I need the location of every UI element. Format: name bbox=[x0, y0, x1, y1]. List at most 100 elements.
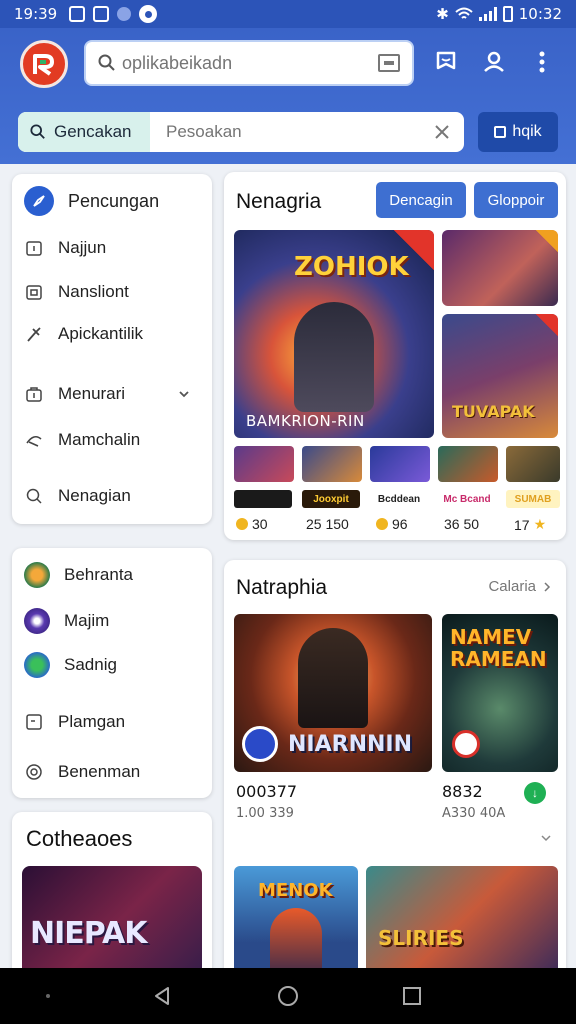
game-thumbnail[interactable] bbox=[438, 446, 498, 482]
search-icon bbox=[98, 54, 115, 71]
category-item[interactable]: Plamgan bbox=[24, 712, 204, 732]
sidebar-item-nansliont[interactable]: Nansliont bbox=[24, 282, 204, 302]
home-icon[interactable] bbox=[276, 984, 300, 1008]
stat-item: 30 bbox=[236, 516, 268, 532]
notification-icons bbox=[69, 5, 158, 23]
header-action-label: hqik bbox=[512, 123, 542, 140]
thumb-label bbox=[234, 490, 292, 508]
stat-item: 17 ★ bbox=[514, 516, 546, 533]
filter-input[interactable] bbox=[150, 122, 432, 142]
dot-indicator bbox=[46, 994, 50, 998]
see-all-link[interactable]: Calaria bbox=[488, 578, 552, 595]
game-stat-sub: A330 40A bbox=[442, 806, 506, 821]
back-icon[interactable] bbox=[150, 984, 174, 1008]
section-button-secondary[interactable]: Gloppoir bbox=[474, 182, 558, 218]
photo-notification-icon bbox=[69, 6, 86, 22]
search-input[interactable] bbox=[122, 52, 378, 74]
coin-icon bbox=[376, 518, 388, 530]
game-title: MENOK bbox=[258, 880, 333, 901]
chevron-down-icon[interactable] bbox=[178, 388, 190, 400]
bluetooth-icon: ✱ bbox=[436, 5, 449, 23]
chevron-right-icon bbox=[544, 581, 551, 592]
voice-keyboard-icon[interactable] bbox=[378, 54, 400, 72]
stat-item: 96 bbox=[376, 516, 408, 532]
second-games-card: Natraphia Calaria NIARNNIN NAMEV RAMEAN … bbox=[224, 560, 566, 1024]
game-thumbnail[interactable] bbox=[506, 446, 560, 482]
filter-tab[interactable]: Gencakan bbox=[18, 112, 150, 152]
categories-card: Behranta Majim Sadnig Plamgan Benenman bbox=[12, 548, 212, 798]
recents-icon[interactable] bbox=[400, 984, 424, 1008]
sidebar-item-pencungan[interactable]: Pencungan bbox=[24, 186, 204, 216]
chevron-down-icon[interactable] bbox=[540, 832, 552, 844]
app-logo-icon[interactable] bbox=[20, 40, 68, 88]
hero-game-banner[interactable]: ZOHIOK BAMKRION-RIN bbox=[234, 230, 434, 438]
settings-circle-icon bbox=[24, 762, 44, 782]
compass-icon bbox=[24, 186, 54, 216]
clear-icon[interactable] bbox=[432, 122, 452, 142]
thumbnail-stats: 30 25 150 96 36 50 17 ★ bbox=[234, 516, 560, 536]
stat-value: 30 bbox=[252, 516, 268, 532]
stat-value: 17 bbox=[514, 516, 530, 533]
category-item[interactable]: Sadnig bbox=[24, 652, 204, 678]
game-thumbnail[interactable] bbox=[302, 446, 362, 482]
filter-bar[interactable]: Gencakan bbox=[18, 112, 464, 152]
header-action-button[interactable]: hqik bbox=[478, 112, 558, 152]
wifi-icon bbox=[455, 7, 473, 19]
category-item[interactable]: Benenman bbox=[24, 762, 204, 782]
sidebar-item-nenagian[interactable]: Nenagian bbox=[24, 486, 204, 506]
category-item[interactable]: Behranta bbox=[24, 562, 204, 588]
game-stat: 000377 bbox=[236, 782, 298, 801]
search-icon bbox=[30, 124, 45, 139]
download-icon[interactable]: ↓ bbox=[524, 782, 546, 804]
sidebar-item-label: Nansliont bbox=[58, 282, 129, 301]
sidebar-item-menurari[interactable]: Menurari bbox=[24, 384, 204, 404]
stat-value: 25 150 bbox=[306, 516, 349, 532]
hero-subtitle: BAMKRION-RIN bbox=[246, 412, 365, 430]
search-bar[interactable] bbox=[84, 40, 414, 86]
category-item[interactable]: Majim bbox=[24, 608, 204, 634]
game-card-image[interactable]: SLIRIES bbox=[366, 866, 558, 976]
sidebar-item-label: Najjun bbox=[58, 238, 107, 257]
sidebar-item-mamchalin[interactable]: Mamchalin bbox=[24, 430, 204, 450]
bookmark-chat-icon[interactable] bbox=[432, 48, 460, 76]
game-card-image[interactable]: NIARNNIN bbox=[234, 614, 432, 772]
status-bar: 19:39 ✱ 10:32 bbox=[0, 0, 576, 28]
thumb-label: Jooxpit bbox=[302, 490, 360, 508]
thumbnail-labels: Jooxpit Bcddean Mc Bcand SUMAB bbox=[234, 490, 560, 510]
side-game-image[interactable] bbox=[442, 230, 558, 306]
top-games-card: Nenagria Dencagin Gloppoir ZOHIOK BAMKRI… bbox=[224, 172, 566, 540]
stat-value: 36 50 bbox=[444, 516, 480, 532]
game-stat: 8832 bbox=[442, 782, 483, 801]
badge-icon bbox=[452, 730, 480, 758]
side-game-image[interactable]: TUVAPAK bbox=[442, 314, 558, 438]
app-notification-icon bbox=[117, 7, 132, 21]
section-button-primary[interactable]: Dencagin bbox=[376, 182, 466, 218]
thumb-label: Bcddean bbox=[370, 490, 428, 508]
tag-corner bbox=[536, 230, 558, 252]
game-character bbox=[298, 628, 368, 728]
category-label: Behranta bbox=[64, 565, 133, 584]
sidebar-item-apickantilik[interactable]: Apickantilik bbox=[24, 324, 204, 344]
game-character bbox=[270, 908, 322, 976]
avatar bbox=[24, 608, 50, 634]
more-options-icon[interactable] bbox=[528, 48, 556, 76]
section-title: Natraphia bbox=[236, 576, 328, 599]
hat-icon bbox=[24, 430, 44, 450]
battery-icon bbox=[502, 6, 513, 22]
game-card-image[interactable]: MENOK bbox=[234, 866, 358, 976]
music-icon bbox=[24, 238, 44, 258]
sidebar-item-label: Pencungan bbox=[68, 190, 160, 211]
sidebar-item-label: Apickantilik bbox=[58, 324, 144, 343]
side-game-title: TUVAPAK bbox=[452, 402, 535, 421]
profile-search-icon[interactable] bbox=[480, 48, 508, 76]
sidebar-item-najjun[interactable]: Najjun bbox=[24, 238, 204, 258]
system-navigation-bar bbox=[0, 968, 576, 1024]
game-thumbnail[interactable] bbox=[370, 446, 430, 482]
game-card-image[interactable]: NAMEV RAMEAN bbox=[442, 614, 558, 772]
system-indicators: ✱ 10:32 bbox=[436, 5, 562, 23]
tools-icon bbox=[24, 324, 44, 344]
avatar bbox=[24, 562, 50, 588]
game-thumbnail[interactable] bbox=[234, 446, 294, 482]
category-label: Plamgan bbox=[58, 712, 126, 731]
thumb-label: SUMAB bbox=[506, 490, 560, 508]
